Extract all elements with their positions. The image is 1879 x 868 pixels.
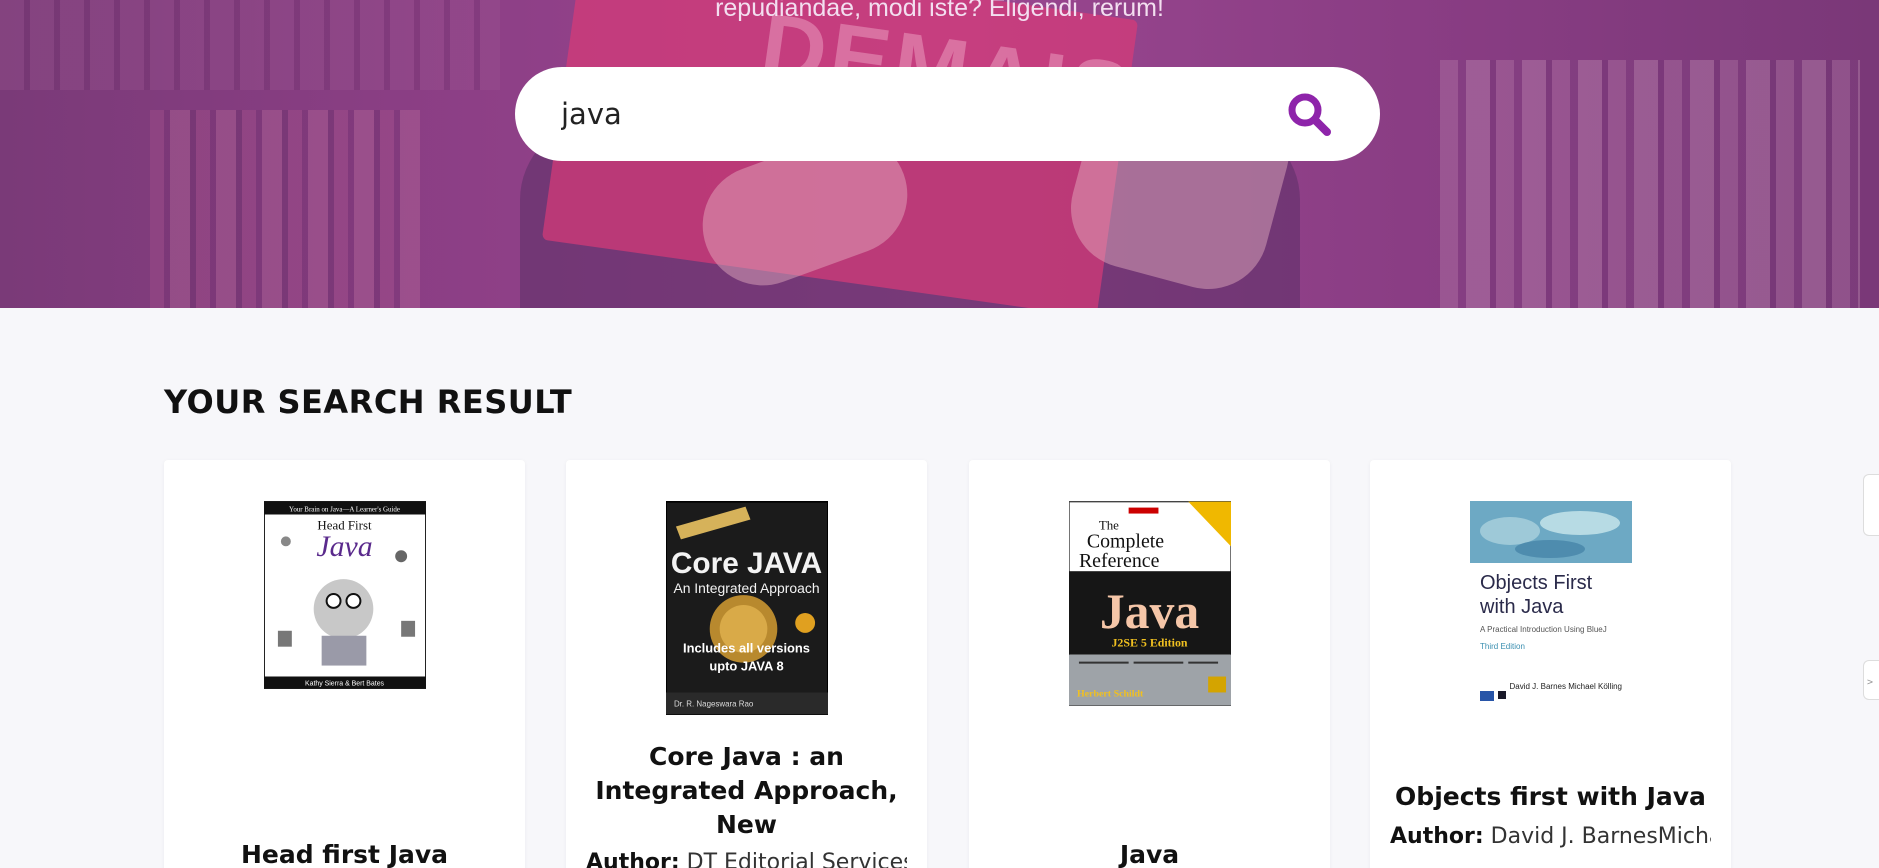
cover-line2: Complete [1087,530,1164,552]
bookshelf-right [1440,60,1860,308]
cover-line3: Includes all versions [683,641,810,656]
cover-bottom-text: David J. Barnes Michael Kölling [1510,682,1623,691]
author-label: Author: [1390,824,1484,849]
book-title[interactable]: Head first Java [184,838,505,868]
book-cover-image[interactable]: Your Brain on Java—A Learner's Guide Hea… [264,501,426,689]
book-cover-image[interactable]: Core JAVA An Integrated Approach Include… [666,501,828,715]
book-title[interactable]: Objects first with Java [1390,780,1711,814]
hero-tagline: repudiandae, modi iste? Eligendi, rerum! [715,0,1164,22]
terminal-icon: > [1867,677,1873,688]
cover-line1: Objects First [1480,572,1593,594]
bookshelf-left [150,110,420,308]
book-author: Author: David J. BarnesMichael KollingDa… [1390,822,1711,851]
svg-text:>: > [1867,677,1873,688]
book-card[interactable]: The Complete Reference Java J2SE 5 Editi… [969,460,1330,868]
cover-line2: An Integrated Approach [673,580,819,596]
cover-line5: J2SE 5 Edition [1111,636,1187,650]
side-widget-top[interactable] [1863,474,1879,536]
side-widget-terminal[interactable]: > [1863,660,1879,700]
hero-banner: DEMAIS repudiandae, modi iste? Eligendi,… [0,0,1879,308]
cover-line1: Core JAVA [671,547,822,580]
search-button[interactable] [1283,88,1335,140]
book-title[interactable]: Core Java : an Integrated Approach, New [586,740,907,842]
book-author: Author: DT Editorial Services R [586,848,907,868]
cover-bottom-text: Dr. R. Nageswara Rao [674,699,754,708]
author-label: Author: [586,850,680,868]
search-input[interactable] [561,97,1283,131]
cover-top-text: Your Brain on Java—A Learner's Guide [289,506,400,514]
book-title[interactable]: Java [989,838,1310,868]
book-cover-image[interactable]: The Complete Reference Java J2SE 5 Editi… [1069,501,1231,706]
book-card[interactable]: Core JAVA An Integrated Approach Include… [566,460,927,868]
book-card[interactable]: Your Brain on Java—A Learner's Guide Hea… [164,460,525,868]
cover-line3: Reference [1079,550,1160,572]
results-grid: Your Brain on Java—A Learner's Guide Hea… [164,460,1731,868]
cover-line2: with Java [1479,596,1564,618]
search-icon [1288,93,1331,136]
cover-line4: upto JAVA 8 [709,659,783,674]
cover-line4: Java [1100,584,1200,639]
book-cover-image[interactable]: Objects First with Java A Practical Intr… [1470,501,1632,707]
cover-line4: Third Edition [1480,642,1525,651]
search-bar [515,67,1380,161]
cover-bottom-text: Herbert Schildt [1077,688,1144,699]
results-heading: YOUR SEARCH RESULT [164,383,573,421]
cover-line3: A Practical Introduction Using BlueJ [1480,625,1607,634]
cover-bottom-text: Kathy Sierra & Bert Bates [305,680,385,687]
cover-line2: Java [316,530,372,563]
author-name: David J. BarnesMichael KollingDavid [1490,824,1711,849]
book-card[interactable]: Objects First with Java A Practical Intr… [1370,460,1731,868]
author-name: DT Editorial Services R [686,850,907,868]
